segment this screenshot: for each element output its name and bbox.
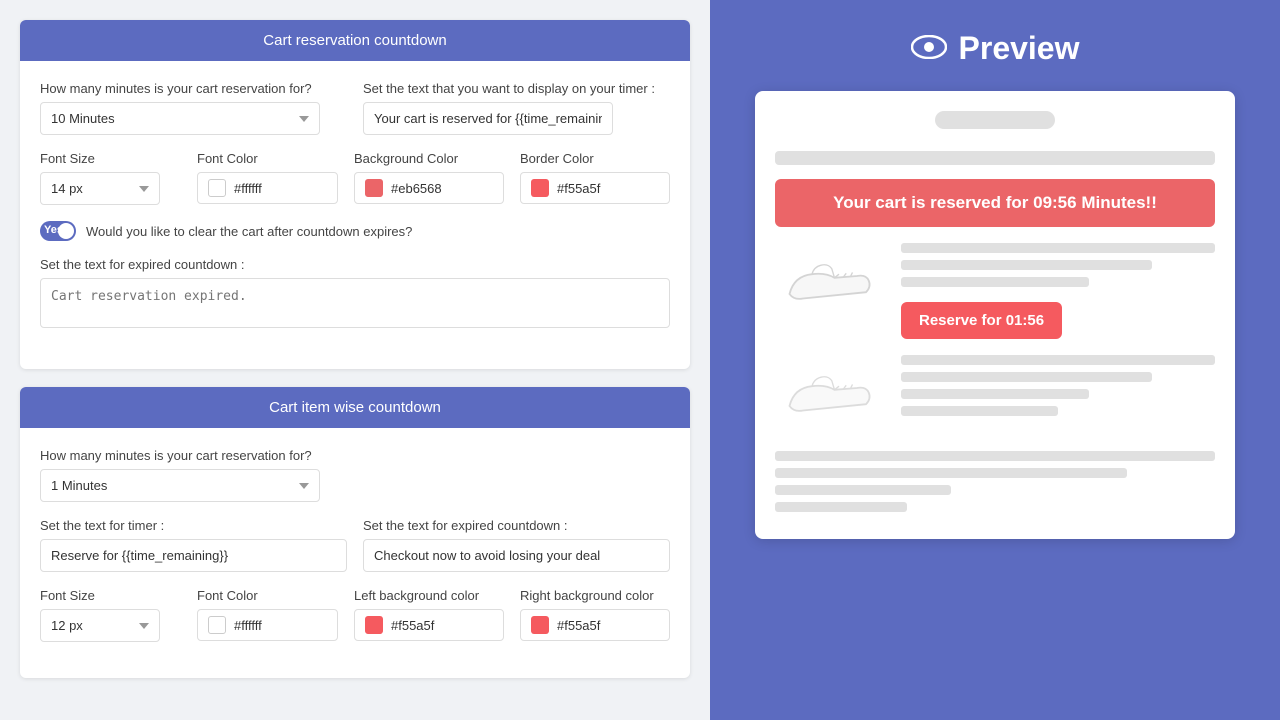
item-right-bg-swatch xyxy=(531,616,549,634)
toggle-track[interactable]: Yes xyxy=(40,221,76,241)
item-left-bg-swatch xyxy=(365,616,383,634)
item-line xyxy=(901,260,1152,270)
item-font-size-label: Font Size xyxy=(40,588,181,603)
expired-text-group: Set the text for expired countdown : xyxy=(40,257,670,333)
item-line xyxy=(901,389,1089,399)
item-text-row: Set the text for timer : Set the text fo… xyxy=(40,518,670,572)
expired-label: Set the text for expired countdown : xyxy=(40,257,670,272)
font-size-col: Font Size 14 px xyxy=(40,151,181,205)
item-left-bg-value: #f55a5f xyxy=(391,618,434,633)
preview-item-1: Reserve for 01:56 xyxy=(775,243,1215,339)
font-color-label: Font Color xyxy=(197,151,338,166)
font-color-value: #ffffff xyxy=(234,181,262,196)
item-line xyxy=(901,406,1058,416)
minutes-select[interactable]: 10 Minutes xyxy=(40,102,320,135)
left-panel: Cart reservation countdown How many minu… xyxy=(0,0,710,720)
item-right-bg-col: Right background color #f55a5f xyxy=(520,588,670,642)
bg-color-label: Background Color xyxy=(354,151,504,166)
clear-cart-toggle[interactable]: Yes xyxy=(40,221,76,241)
item-line xyxy=(901,355,1215,365)
border-color-value: #f55a5f xyxy=(557,181,600,196)
timer-text-label: Set the text that you want to display on… xyxy=(363,81,670,96)
bottom-line xyxy=(775,451,1215,461)
item-style-row: Font Size 12 px Font Color #ffffff xyxy=(40,588,670,642)
shoe-image-2 xyxy=(775,355,885,435)
item-font-size-col: Font Size 12 px xyxy=(40,588,181,642)
bottom-line xyxy=(775,502,907,512)
toggle-label: Would you like to clear the cart after c… xyxy=(86,224,412,239)
item-left-bg-col: Left background color #f55a5f xyxy=(354,588,504,642)
item-font-color-label: Font Color xyxy=(197,588,338,603)
shoe-image-1 xyxy=(775,243,885,323)
bottom-lines xyxy=(775,451,1215,512)
item-expired-text-label: Set the text for expired countdown : xyxy=(363,518,670,533)
font-color-col: Font Color #ffffff xyxy=(197,151,338,205)
font-color-input[interactable]: #ffffff xyxy=(197,172,338,204)
item-line xyxy=(901,277,1089,287)
preview-header: Preview xyxy=(911,30,1080,67)
reserve-button[interactable]: Reserve for 01:56 xyxy=(901,302,1062,339)
item-line xyxy=(901,372,1152,382)
item-2-details xyxy=(901,355,1215,423)
font-size-select[interactable]: 14 px xyxy=(40,172,160,205)
toggle-thumb xyxy=(58,223,74,239)
countdown-banner: Your cart is reserved for 09:56 Minutes!… xyxy=(775,179,1215,227)
minutes-col: How many minutes is your cart reservatio… xyxy=(40,81,347,135)
item-font-color-value: #ffffff xyxy=(234,618,262,633)
item-right-bg-label: Right background color xyxy=(520,588,670,603)
bottom-line xyxy=(775,468,1127,478)
cart-item-wise-card: Cart item wise countdown How many minute… xyxy=(20,387,690,678)
font-color-swatch xyxy=(208,179,226,197)
timer-text-col: Set the text that you want to display on… xyxy=(363,81,670,135)
font-size-label: Font Size xyxy=(40,151,181,166)
item-timer-text-col: Set the text for timer : xyxy=(40,518,347,572)
expired-textarea[interactable] xyxy=(40,278,670,328)
item-font-color-input[interactable]: #ffffff xyxy=(197,609,338,641)
bottom-line xyxy=(775,485,951,495)
item-1-details: Reserve for 01:56 xyxy=(901,243,1215,339)
cart-reservation-body: How many minutes is your cart reservatio… xyxy=(20,61,690,369)
item-minutes-select[interactable]: 1 Minutes xyxy=(40,469,320,502)
bg-color-col: Background Color #eb6568 xyxy=(354,151,504,205)
bg-color-swatch xyxy=(365,179,383,197)
preview-title-text: Preview xyxy=(959,30,1080,67)
cart-item-wise-header: Cart item wise countdown xyxy=(20,387,690,428)
eye-icon xyxy=(911,30,947,67)
item-timer-text-label: Set the text for timer : xyxy=(40,518,347,533)
border-color-col: Border Color #f55a5f xyxy=(520,151,670,205)
border-color-swatch xyxy=(531,179,549,197)
item-line xyxy=(901,243,1215,253)
timer-text-input[interactable] xyxy=(363,102,613,135)
border-color-label: Border Color xyxy=(520,151,670,166)
style-row: Font Size 14 px Font Color #ffffff xyxy=(40,151,670,205)
bg-color-input[interactable]: #eb6568 xyxy=(354,172,504,204)
item-left-bg-label: Left background color xyxy=(354,588,504,603)
bg-color-value: #eb6568 xyxy=(391,181,442,196)
preview-card: Your cart is reserved for 09:56 Minutes!… xyxy=(755,91,1235,539)
clear-cart-toggle-row: Yes Would you like to clear the cart aft… xyxy=(40,221,670,241)
cart-item-wise-title: Cart item wise countdown xyxy=(269,399,441,416)
item-timer-text-input[interactable] xyxy=(40,539,347,572)
item-right-bg-value: #f55a5f xyxy=(557,618,600,633)
item-right-bg-input[interactable]: #f55a5f xyxy=(520,609,670,641)
cart-reservation-card: Cart reservation countdown How many minu… xyxy=(20,20,690,369)
item-minutes-label: How many minutes is your cart reservatio… xyxy=(40,448,670,463)
item-left-bg-input[interactable]: #f55a5f xyxy=(354,609,504,641)
item-expired-text-col: Set the text for expired countdown : xyxy=(363,518,670,572)
preview-item-2 xyxy=(775,355,1215,435)
cart-reservation-header: Cart reservation countdown xyxy=(20,20,690,61)
item-font-color-swatch xyxy=(208,616,226,634)
minutes-label: How many minutes is your cart reservatio… xyxy=(40,81,347,96)
item-font-size-select[interactable]: 12 px xyxy=(40,609,160,642)
item-expired-text-input[interactable] xyxy=(363,539,670,572)
cart-item-wise-body: How many minutes is your cart reservatio… xyxy=(20,428,690,678)
minutes-timer-row: How many minutes is your cart reservatio… xyxy=(40,81,670,135)
border-color-input[interactable]: #f55a5f xyxy=(520,172,670,204)
item-font-color-col: Font Color #ffffff xyxy=(197,588,338,642)
cart-reservation-title: Cart reservation countdown xyxy=(263,32,446,49)
item-minutes-group: How many minutes is your cart reservatio… xyxy=(40,448,670,502)
right-panel: Preview Your cart is reserved for 09:56 … xyxy=(710,0,1280,720)
